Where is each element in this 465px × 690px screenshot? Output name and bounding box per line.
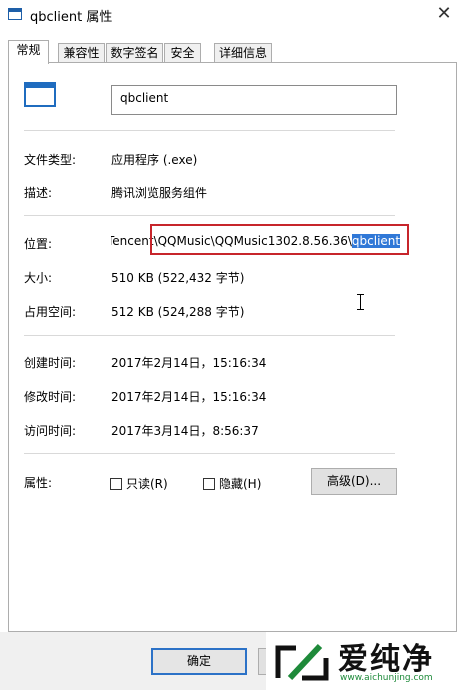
size-value: 510 KB (522,432 字节) (111, 271, 245, 285)
tab-details[interactable]: 详细信息 (214, 43, 272, 63)
tab-security[interactable]: 安全 (164, 43, 201, 63)
created-value: 2017年2月14日，15:16:34 (111, 356, 267, 370)
description-label: 描述: (24, 186, 53, 200)
accessed-label: 访问时间: (24, 424, 77, 438)
general-panel (8, 62, 457, 632)
checkbox-box-icon (110, 478, 122, 490)
watermark-title: 爱纯净 (338, 642, 434, 677)
window-app-icon (8, 8, 22, 20)
separator (24, 215, 395, 216)
watermark-logo-icon (275, 643, 329, 681)
separator (24, 130, 395, 131)
file-icon (24, 82, 56, 107)
separator (24, 453, 395, 454)
tab-compatibility[interactable]: 兼容性 (58, 43, 105, 63)
location-label: 位置: (24, 237, 53, 251)
checkbox-box-icon (203, 478, 215, 490)
watermark-url: www.aichunjing.com (340, 673, 433, 683)
disk-size-label: 占用空间: (24, 305, 77, 319)
modified-value: 2017年2月14日，15:16:34 (111, 390, 267, 404)
highlight-box (150, 224, 409, 255)
tab-digital-signatures[interactable]: 数字签名 (106, 43, 163, 63)
hidden-checkbox[interactable]: 隐藏(H) (203, 475, 261, 491)
description-value: 腾讯浏览服务组件 (111, 186, 208, 200)
modified-label: 修改时间: (24, 390, 77, 404)
window-title: qbclient 属性 (30, 10, 113, 25)
tab-general[interactable]: 常规 (8, 40, 49, 64)
created-label: 创建时间: (24, 356, 77, 370)
separator (24, 335, 395, 336)
readonly-checkbox[interactable]: 只读(R) (110, 475, 168, 491)
file-type-value: 应用程序 (.exe) (111, 153, 198, 167)
ibeam-cursor-icon (357, 294, 365, 310)
close-button[interactable]: ✕ (433, 3, 455, 25)
attributes-label: 属性: (24, 476, 53, 490)
size-label: 大小: (24, 271, 53, 285)
watermark: 爱纯净 www.aichunjing.com (266, 632, 465, 690)
hidden-label: 隐藏(H) (219, 477, 262, 491)
accessed-value: 2017年3月14日，8:56:37 (111, 424, 259, 438)
file-name-field[interactable]: qbclient (111, 85, 397, 115)
disk-size-value: 512 KB (524,288 字节) (111, 305, 245, 319)
readonly-label: 只读(R) (126, 477, 168, 491)
ok-button[interactable]: 确定 (151, 648, 247, 675)
file-type-label: 文件类型: (24, 153, 77, 167)
title-bar: qbclient 属性 ✕ (0, 0, 465, 30)
advanced-button[interactable]: 高级(D)... (311, 468, 397, 495)
